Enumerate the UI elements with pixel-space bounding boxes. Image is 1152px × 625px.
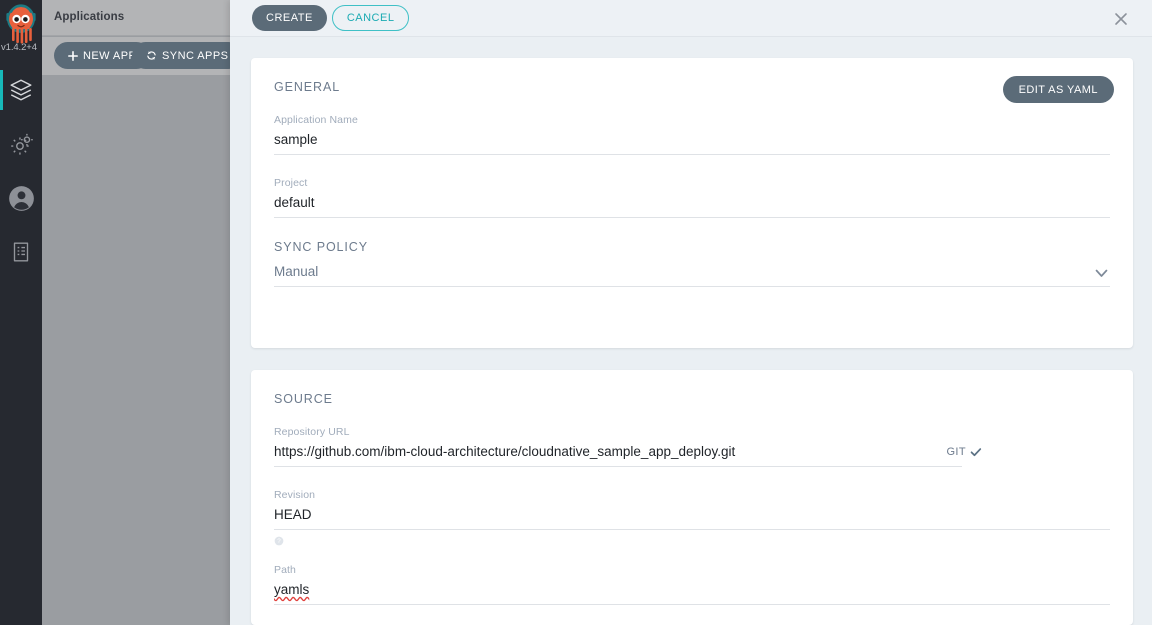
path-input[interactable]: yamls (274, 580, 1110, 605)
book-icon (13, 242, 29, 262)
check-icon (970, 448, 982, 457)
general-card: GENERAL EDIT AS YAML Application Name sa… (251, 58, 1133, 348)
sidebar-item-documentation[interactable] (0, 225, 42, 279)
sync-apps-label: SYNC APPS (162, 49, 229, 62)
refresh-icon (147, 51, 156, 60)
question-circle-icon[interactable]: ? (274, 533, 284, 551)
git-type-badge: GIT (946, 446, 982, 458)
source-section-title: SOURCE (274, 392, 333, 406)
octopus-logo-icon (6, 4, 36, 44)
new-app-label: NEW APP (83, 49, 137, 62)
sync-apps-button[interactable]: SYNC APPS (132, 42, 243, 69)
create-button[interactable]: CREATE (252, 5, 327, 31)
sync-policy-label: SYNC POLICY (274, 240, 368, 254)
plus-icon (68, 50, 78, 61)
panel-header: CREATE CANCEL (230, 0, 1152, 37)
application-name-label: Application Name (274, 114, 358, 126)
project-input[interactable]: default (274, 193, 1110, 218)
path-label: Path (274, 564, 296, 576)
create-application-panel: CREATE CANCEL GENERAL EDIT AS YAML Appli… (230, 0, 1152, 625)
edit-as-yaml-button[interactable]: EDIT AS YAML (1002, 76, 1114, 103)
path-field: Path yamls (274, 564, 1110, 605)
page-title: Applications (54, 11, 125, 23)
close-panel-button[interactable] (1110, 8, 1132, 30)
sidebar-item-applications[interactable] (0, 63, 42, 117)
repository-url-label: Repository URL (274, 426, 350, 438)
sidebar-item-settings[interactable] (0, 117, 42, 171)
argocd-create-application-screen: v1.4.2+4 Applications NEW APP SYNC APPS … (0, 0, 1152, 625)
repository-url-field: Repository URL https://github.com/ibm-cl… (274, 426, 1110, 467)
revision-label: Revision (274, 489, 316, 501)
applications-toolbar: NEW APP SYNC APPS (42, 37, 243, 75)
general-section-title: GENERAL (274, 80, 341, 94)
project-field: Project default (274, 177, 1110, 218)
git-badge-label: GIT (946, 446, 966, 458)
sync-policy-field: SYNC POLICY Manual (274, 240, 1110, 287)
application-name-input[interactable]: sample (274, 130, 1110, 155)
argocd-logo[interactable] (0, 0, 42, 44)
panel-body: GENERAL EDIT AS YAML Application Name sa… (230, 37, 1152, 625)
source-card: SOURCE Repository URL https://github.com… (251, 370, 1133, 625)
close-icon (1115, 13, 1127, 25)
sidebar-item-user-info[interactable] (0, 171, 42, 225)
left-sidebar: v1.4.2+4 (0, 0, 42, 625)
revision-input[interactable]: HEAD (274, 505, 1110, 530)
version-label: v1.4.2+4 (1, 42, 37, 53)
repository-url-input[interactable]: https://github.com/ibm-cloud-architectur… (274, 442, 962, 467)
gear-icon (10, 133, 33, 155)
cancel-button[interactable]: CANCEL (331, 5, 410, 31)
applications-topbar: Applications (42, 0, 230, 36)
sync-policy-select[interactable]: Manual (274, 262, 1110, 287)
application-name-field: Application Name sample (274, 114, 1110, 155)
revision-field: Revision HEAD ? (274, 489, 1110, 546)
svg-text:?: ? (277, 538, 281, 545)
user-icon (8, 185, 34, 211)
dimmed-applications-page: Applications NEW APP SYNC APPS (42, 0, 243, 625)
project-label: Project (274, 177, 308, 189)
layers-icon (10, 79, 32, 101)
